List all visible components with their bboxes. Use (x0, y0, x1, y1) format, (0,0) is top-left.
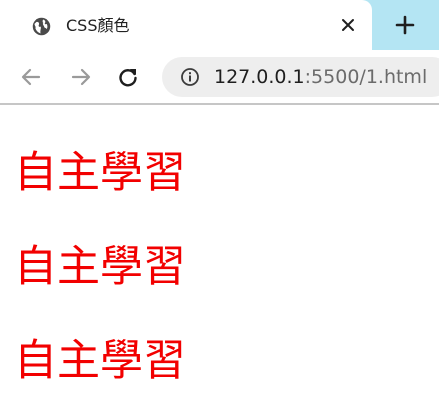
tab-title: CSS顏色 (66, 16, 130, 35)
toolbar: 127.0.0.1:5500/1.html (0, 50, 439, 103)
globe-icon (31, 16, 52, 37)
info-icon[interactable] (180, 67, 200, 87)
close-icon[interactable] (338, 15, 358, 35)
heading-3: 自主學習 (14, 336, 186, 386)
reload-button[interactable] (115, 64, 141, 90)
heading-1: 自主學習 (14, 148, 186, 198)
heading-2: 自主學習 (14, 242, 186, 292)
arrow-left-icon (21, 68, 41, 86)
arrow-right-icon (71, 68, 91, 86)
forward-button[interactable] (68, 64, 94, 90)
active-tab[interactable]: CSS顏色 (0, 0, 372, 50)
tab-strip: CSS顏色 (0, 0, 439, 50)
back-button[interactable] (18, 64, 44, 90)
reload-icon (119, 69, 137, 87)
url-host: 127.0.0.1 (214, 66, 305, 88)
plus-icon (395, 15, 415, 35)
address-bar[interactable]: 127.0.0.1:5500/1.html (162, 57, 439, 97)
new-tab-button[interactable] (392, 12, 418, 38)
url-text[interactable]: 127.0.0.1:5500/1.html (214, 65, 427, 89)
url-path: :5500/1.html (304, 66, 428, 88)
page-content: 自主學習 自主學習 自主學習 (0, 105, 439, 418)
